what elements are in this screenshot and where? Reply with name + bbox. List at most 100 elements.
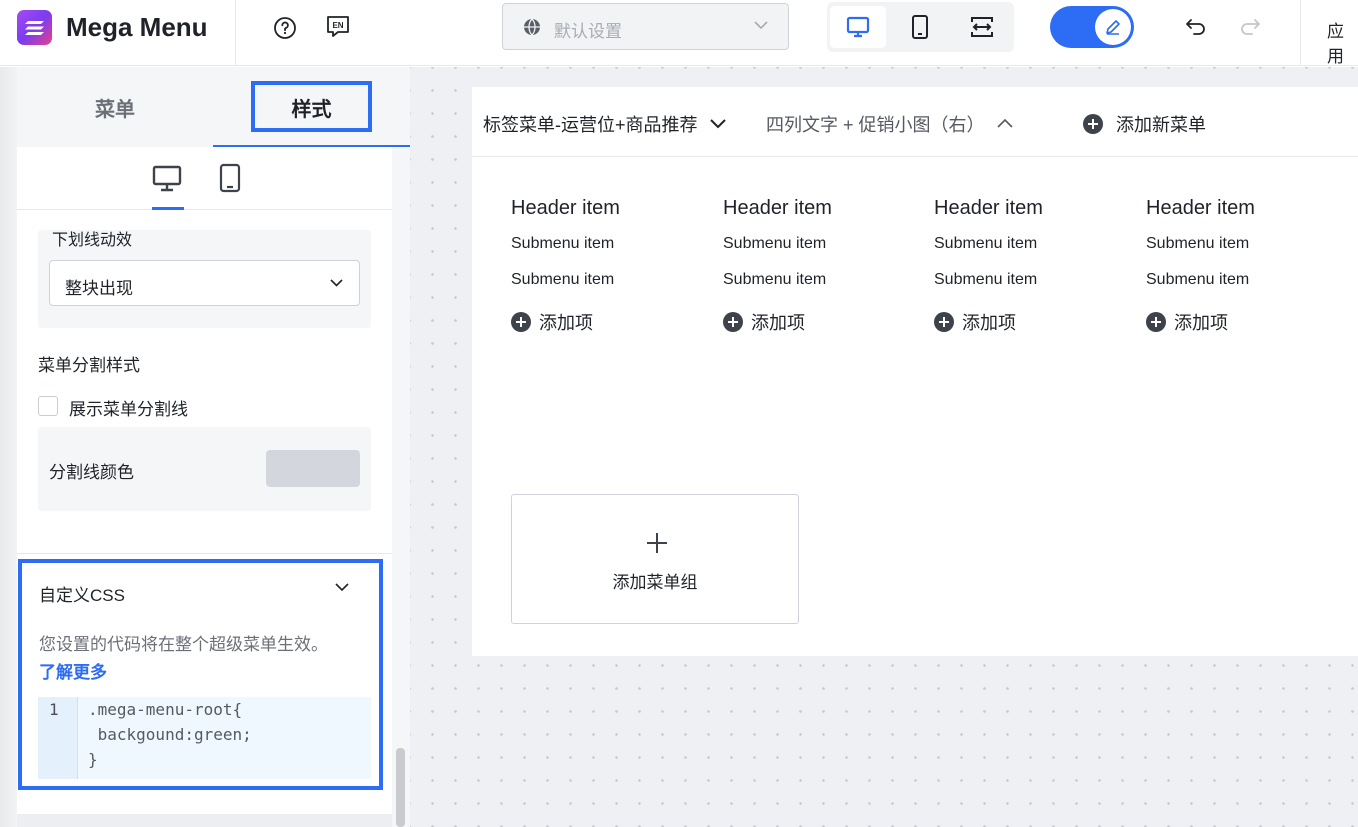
tab-menu[interactable]: 菜单: [17, 67, 213, 147]
panel-desktop-button[interactable]: [152, 163, 182, 198]
add-item-button[interactable]: 添加项: [1146, 309, 1346, 335]
plus-circle-icon: [511, 312, 531, 332]
mobile-icon: [219, 163, 241, 193]
section-divider: [17, 553, 392, 554]
add-item-label: 添加项: [539, 313, 593, 333]
code-line: }: [88, 750, 98, 769]
submenu-item[interactable]: Submenu item: [1146, 235, 1346, 271]
desktop-icon: [846, 16, 870, 38]
menu-tab-label: 四列文字 + 促销小图（右）: [766, 115, 985, 135]
divider-color-label: 分割线颜色: [49, 463, 134, 482]
add-item-button[interactable]: 添加项: [723, 309, 923, 335]
menu-column: Header item Submenu item Submenu item 添加…: [723, 197, 923, 335]
app-title: Mega Menu: [66, 12, 208, 42]
custom-css-description: 您设置的代码将在整个超级菜单生效。: [39, 635, 328, 654]
topbar-divider: [1300, 0, 1301, 66]
learn-more-link[interactable]: 了解更多: [39, 658, 107, 683]
active-device-indicator: [152, 207, 184, 210]
submenu-item[interactable]: Submenu item: [723, 235, 923, 271]
underline-animation-label: 下划线动效: [52, 232, 133, 249]
device-tablet-button[interactable]: [892, 6, 948, 48]
toggle-knob: [1095, 9, 1131, 45]
logo-icon: [25, 21, 44, 35]
menu-tab-bar: 标签菜单-运营位+商品推荐 四列文字 + 促销小图（右） 添加新菜单: [472, 87, 1358, 157]
custom-css-section: 自定义CSS 您设置的代码将在整个超级菜单生效。 了解更多 1 .mega-me…: [18, 559, 383, 790]
add-new-menu-button[interactable]: 添加新菜单: [1083, 111, 1206, 137]
chevron-down-icon: [754, 21, 768, 30]
menu-tab-1[interactable]: 标签菜单-运营位+商品推荐: [483, 111, 727, 137]
header-item[interactable]: Header item: [511, 197, 711, 235]
css-code-editor[interactable]: 1 .mega-menu-root{ backgound:green; }: [38, 697, 371, 779]
show-divider-label[interactable]: 展示菜单分割线: [69, 395, 188, 420]
plus-icon: [647, 533, 667, 553]
plus-circle-icon: [1146, 312, 1166, 332]
select-value: 整块出现: [65, 279, 133, 298]
plus-circle-icon: [1083, 114, 1103, 134]
header-item[interactable]: Header item: [723, 197, 923, 235]
custom-css-title[interactable]: 自定义CSS: [39, 581, 125, 606]
globe-icon: [524, 18, 540, 36]
apply-button[interactable]: 应用: [1327, 17, 1358, 67]
line-gutter: 1: [38, 697, 78, 779]
desktop-icon: [152, 165, 182, 192]
language-button[interactable]: EN: [323, 13, 353, 41]
divider-color-swatch[interactable]: [266, 450, 360, 487]
app-logo: [17, 10, 52, 45]
submenu-item[interactable]: Submenu item: [511, 235, 711, 271]
add-item-label: 添加项: [1174, 313, 1228, 333]
menu-tab-label: 标签菜单-运营位+商品推荐: [483, 115, 698, 135]
undo-icon: [1186, 19, 1205, 35]
add-menu-group-button[interactable]: 添加菜单组: [511, 494, 799, 624]
chevron-up-icon: [996, 118, 1013, 128]
underline-animation-select[interactable]: 整块出现: [49, 260, 360, 306]
divider-section-title: 菜单分割样式: [38, 356, 140, 375]
add-menu-group-label: 添加菜单组: [612, 573, 698, 592]
show-divider-checkbox[interactable]: [38, 396, 58, 416]
plus-circle-icon: [723, 312, 743, 332]
mega-menu-preview: 标签菜单-运营位+商品推荐 四列文字 + 促销小图（右） 添加新菜单 Heade…: [472, 87, 1358, 656]
submenu-item[interactable]: Submenu item: [511, 271, 711, 307]
pencil-icon: [1106, 20, 1120, 35]
panel-mobile-button[interactable]: [218, 163, 242, 198]
add-item-button[interactable]: 添加项: [934, 309, 1134, 335]
header-item[interactable]: Header item: [1146, 197, 1346, 235]
device-responsive-button[interactable]: [954, 6, 1010, 48]
plus-circle-icon: [934, 312, 954, 332]
menu-tab-2[interactable]: 四列文字 + 促销小图（右）: [766, 111, 1014, 137]
underline-animation-setting: 下划线动效 整块出现: [38, 230, 371, 328]
code-line: .mega-menu-root{: [88, 700, 243, 719]
locale-select[interactable]: 默认设置: [502, 3, 789, 50]
redo-icon: [1241, 19, 1260, 35]
top-bar: Mega Menu EN 默认设置 应用: [0, 0, 1358, 66]
menu-column: Header item Submenu item Submenu item 添加…: [1146, 197, 1346, 335]
responsive-icon: [971, 17, 993, 37]
submenu-item[interactable]: Submenu item: [723, 271, 923, 307]
device-desktop-button[interactable]: [830, 6, 886, 48]
help-button[interactable]: [271, 14, 299, 42]
code-line: backgound:green;: [88, 725, 252, 744]
menu-column: Header item Submenu item Submenu item 添加…: [511, 197, 711, 335]
chevron-down-icon: [330, 279, 343, 287]
device-switcher: [827, 2, 1014, 52]
divider-color-setting: 分割线颜色: [38, 427, 371, 511]
chevron-down-icon[interactable]: [335, 583, 349, 592]
next-section-edge: [17, 814, 392, 827]
undo-button[interactable]: [1183, 14, 1209, 40]
topbar-divider: [235, 0, 236, 66]
add-new-menu-label: 添加新菜单: [1116, 115, 1207, 135]
tablet-icon: [912, 15, 928, 39]
scrollbar-thumb[interactable]: [396, 748, 405, 827]
menu-column: Header item Submenu item Submenu item 添加…: [934, 197, 1134, 335]
language-icon: EN: [327, 16, 349, 37]
redo-button[interactable]: [1237, 14, 1263, 40]
submenu-item[interactable]: Submenu item: [934, 235, 1134, 271]
add-item-button[interactable]: 添加项: [511, 309, 711, 335]
scrollbar-track: [392, 147, 410, 827]
preview-device-tabs: [17, 147, 392, 210]
chevron-down-icon: [709, 119, 726, 129]
highlight-frame: [251, 81, 372, 132]
edit-mode-toggle[interactable]: [1050, 6, 1134, 48]
submenu-item[interactable]: Submenu item: [1146, 271, 1346, 307]
header-item[interactable]: Header item: [934, 197, 1134, 235]
submenu-item[interactable]: Submenu item: [934, 271, 1134, 307]
